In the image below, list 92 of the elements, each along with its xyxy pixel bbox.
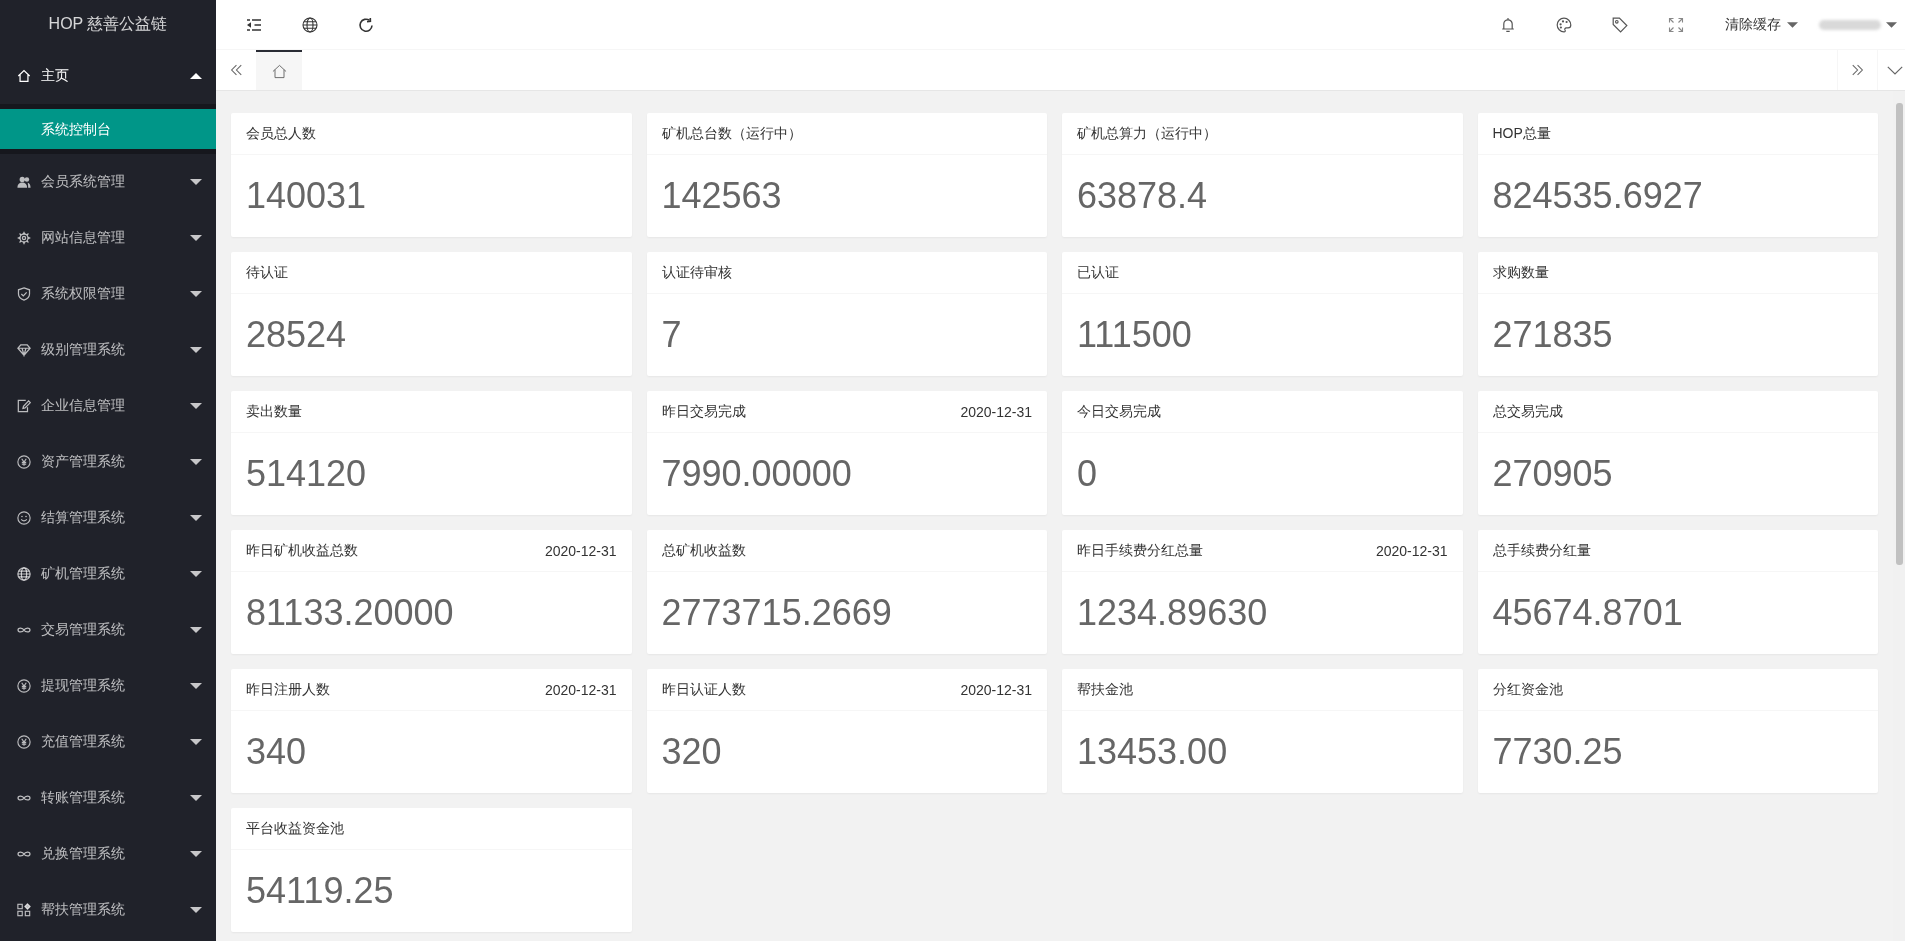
stat-value: 2773715.2669 bbox=[661, 593, 892, 633]
stat-value: 7 bbox=[661, 315, 682, 355]
stat-value: 0 bbox=[1077, 454, 1098, 494]
stat-title: 帮扶金池 bbox=[1077, 680, 1133, 699]
sidebar-menu-item[interactable]: 资产管理系统 bbox=[0, 434, 216, 490]
stat-title: 昨日矿机收益总数 bbox=[246, 541, 358, 560]
sidebar-menu-item[interactable]: 会员系统管理 bbox=[0, 154, 216, 210]
globe-icon bbox=[17, 567, 31, 581]
stat-date: 2020-12-31 bbox=[544, 542, 617, 559]
sidebar-submenu-item[interactable]: 系统控制台 bbox=[0, 109, 216, 149]
stat-title: 总交易完成 bbox=[1492, 402, 1563, 421]
sidebar-menu-item[interactable]: 兑换管理系统 bbox=[0, 826, 216, 882]
edit-form-icon bbox=[17, 399, 31, 413]
yen-icon bbox=[17, 735, 31, 749]
sidebar-menu-item[interactable]: 网站信息管理 bbox=[0, 210, 216, 266]
stat-title: 矿机总台数（运行中） bbox=[661, 124, 802, 143]
stat-title: 总手续费分红量 bbox=[1492, 541, 1591, 560]
stat-value: 7730.25 bbox=[1492, 732, 1623, 772]
house-icon bbox=[271, 63, 287, 79]
sidebar-menu-item[interactable]: 系统权限管理 bbox=[0, 266, 216, 322]
double-chevron-left-icon[interactable] bbox=[229, 63, 243, 77]
stat-title: 今日交易完成 bbox=[1077, 402, 1161, 421]
stat-title: 求购数量 bbox=[1492, 263, 1549, 282]
yen-icon bbox=[17, 679, 31, 693]
stat-title: 昨日手续费分红总量 bbox=[1077, 541, 1203, 560]
stat-value: 271835 bbox=[1492, 315, 1613, 355]
sidebar-menu-item[interactable]: 充值管理系统 bbox=[0, 714, 216, 770]
smiley-icon bbox=[17, 511, 31, 525]
palette-icon[interactable] bbox=[1556, 16, 1572, 33]
stat-title: 昨日交易完成 bbox=[661, 402, 746, 421]
stat-title: HOP总量 bbox=[1492, 124, 1551, 143]
logo-title: HOP 慈善公益链 bbox=[48, 13, 168, 34]
stat-date: 2020-12-31 bbox=[544, 681, 617, 698]
bell-icon[interactable] bbox=[1500, 16, 1516, 33]
stat-value: 140031 bbox=[246, 176, 367, 216]
stat-title: 矿机总算力（运行中） bbox=[1077, 124, 1217, 143]
clear-cache-dropdown[interactable]: 清除缓存 bbox=[1725, 15, 1798, 34]
stat-value: 1234.89630 bbox=[1077, 593, 1268, 633]
sidebar-menu-item[interactable]: 企业信息管理 bbox=[0, 378, 216, 434]
gear-icon bbox=[17, 231, 31, 245]
sidebar-menu-item[interactable]: 交易管理系统 bbox=[0, 602, 216, 658]
home-tab[interactable] bbox=[256, 50, 302, 90]
diamond-icon bbox=[17, 343, 31, 357]
stat-value: 63878.4 bbox=[1077, 176, 1208, 216]
sidebar-menu-item[interactable]: 矿机管理系统 bbox=[0, 546, 216, 602]
stat-title: 认证待审核 bbox=[661, 263, 732, 282]
caret-icon bbox=[1787, 21, 1798, 28]
stat-value: 7990.00000 bbox=[661, 454, 852, 494]
stat-value: 45674.8701 bbox=[1492, 593, 1683, 633]
stat-date: 2020-12-31 bbox=[960, 681, 1032, 698]
stat-value: 13453.00 bbox=[1077, 732, 1228, 772]
sidebar-menu-item[interactable]: 提现管理系统 bbox=[0, 658, 216, 714]
scrollbar-thumb[interactable] bbox=[1895, 103, 1903, 565]
globe-icon[interactable] bbox=[302, 16, 318, 33]
stat-value: 28524 bbox=[246, 315, 347, 355]
house-icon bbox=[17, 69, 31, 83]
stat-value: 111500 bbox=[1077, 315, 1192, 355]
stat-value: 142563 bbox=[661, 176, 782, 216]
users-icon bbox=[17, 175, 31, 189]
stat-title: 待认证 bbox=[246, 263, 288, 282]
stat-value: 320 bbox=[661, 732, 722, 772]
stat-value: 340 bbox=[246, 732, 307, 772]
menu-fold-icon[interactable] bbox=[246, 16, 262, 33]
app-grid-icon bbox=[17, 903, 31, 917]
sidebar-menu-item[interactable]: 转账管理系统 bbox=[0, 770, 216, 826]
stat-title: 昨日认证人数 bbox=[661, 680, 746, 699]
sidebar-menu-item[interactable]: 级别管理系统 bbox=[0, 322, 216, 378]
sidebar-menu-item[interactable]: 结算管理系统 bbox=[0, 490, 216, 546]
yen-icon bbox=[17, 455, 31, 469]
stat-title: 卖出数量 bbox=[246, 402, 302, 421]
stat-title: 平台收益资金池 bbox=[246, 819, 344, 838]
double-chevron-right-icon bbox=[1850, 63, 1865, 77]
stat-title: 会员总人数 bbox=[246, 124, 316, 143]
refresh-icon[interactable] bbox=[358, 16, 374, 33]
stat-date: 2020-12-31 bbox=[1375, 542, 1448, 559]
stat-title: 已认证 bbox=[1077, 263, 1119, 282]
stat-title: 分红资金池 bbox=[1492, 680, 1563, 699]
caret-icon[interactable] bbox=[1886, 21, 1897, 28]
chevron-down-icon bbox=[1887, 65, 1903, 75]
stat-date: 2020-12-31 bbox=[960, 403, 1032, 420]
stat-value: 514120 bbox=[246, 454, 367, 494]
shield-check-icon bbox=[17, 287, 31, 301]
fullscreen-icon[interactable] bbox=[1668, 16, 1684, 33]
stat-title: 昨日注册人数 bbox=[246, 680, 330, 699]
stat-value: 270905 bbox=[1492, 454, 1613, 494]
stat-value: 54119.25 bbox=[246, 871, 394, 911]
stat-value: 81133.20000 bbox=[246, 593, 454, 633]
stat-title: 总矿机收益数 bbox=[661, 541, 746, 560]
sidebar-menu-item[interactable]: 帮扶管理系统 bbox=[0, 882, 216, 938]
tag-icon[interactable] bbox=[1612, 16, 1628, 33]
sidebar-menu-item[interactable]: 主页 bbox=[0, 48, 216, 104]
stat-value: 824535.6927 bbox=[1492, 176, 1703, 216]
